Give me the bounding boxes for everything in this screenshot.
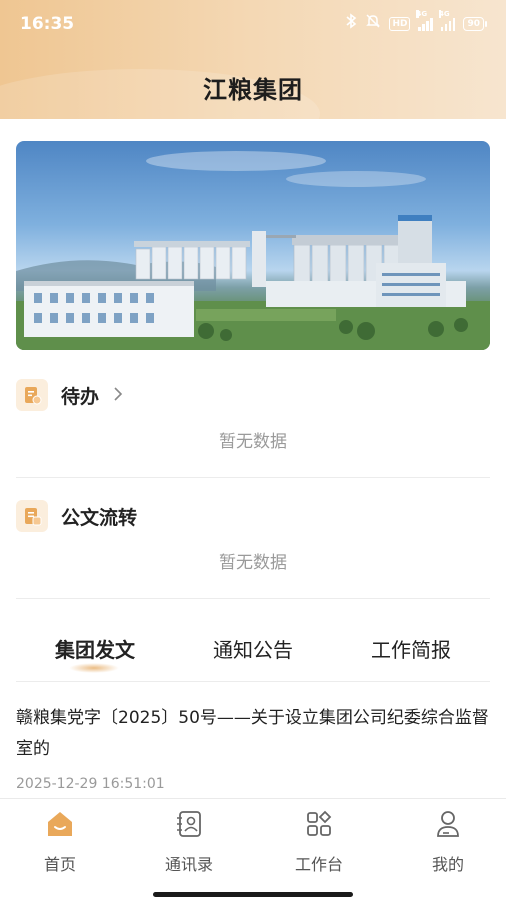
news-tabs: 集团发文 通知公告 工作简报 <box>16 628 490 673</box>
workbench-icon <box>269 807 369 841</box>
status-bar: 16:35 HD 4G 4G 90 <box>0 8 506 42</box>
app-header: 16:35 HD 4G 4G 90 江粮集团 <box>0 0 506 119</box>
status-time: 16:35 <box>20 14 75 34</box>
tabbar-workbench[interactable]: 工作台 <box>269 807 369 875</box>
home-indicator <box>153 892 353 897</box>
todo-empty-text: 暂无数据 <box>219 432 287 452</box>
document-flow-header[interactable]: 公文流转 <box>16 499 490 533</box>
document-flow-icon <box>16 500 48 532</box>
tabs-divider <box>16 681 490 682</box>
banner-image[interactable] <box>16 141 490 350</box>
todo-document-icon <box>16 379 48 411</box>
tabbar-home[interactable]: 首页 <box>10 807 110 875</box>
hd-badge: HD <box>389 17 411 31</box>
profile-icon <box>398 807 498 841</box>
active-tab-indicator <box>69 662 119 673</box>
article-title[interactable]: 赣粮集党字〔2025〕50号——关于设立集团公司纪委综合监督室的 <box>16 703 492 765</box>
chevron-right-icon[interactable] <box>113 385 123 406</box>
document-flow-title: 公文流转 <box>61 506 138 529</box>
tabbar-home-label: 首页 <box>43 855 76 874</box>
document-flow-section: 公文流转 暂无数据 <box>16 499 490 573</box>
tabbar-contacts[interactable]: 通讯录 <box>139 807 239 875</box>
tabbar-contacts-label: 通讯录 <box>164 855 213 874</box>
signal-icon-1: 4G <box>416 10 433 31</box>
tabbar-profile[interactable]: 我的 <box>398 807 498 875</box>
bluetooth-icon <box>345 13 357 35</box>
mute-bell-icon <box>365 13 381 35</box>
todo-section: 待办 暂无数据 <box>16 378 490 452</box>
section-divider <box>16 598 490 599</box>
tab-notices[interactable]: 通知公告 <box>209 634 297 663</box>
page-title: 江粮集团 <box>203 76 303 104</box>
article-time: 2025-12-29 16:51:01 <box>16 776 165 792</box>
contacts-icon <box>139 807 239 841</box>
todo-title: 待办 <box>61 385 100 408</box>
grain-silo-facility-illustration <box>16 151 490 350</box>
status-icons: HD 4G 4G 90 <box>345 10 487 35</box>
signal-icon-2: 4G <box>438 10 456 31</box>
section-divider <box>16 477 490 478</box>
tabbar-profile-label: 我的 <box>431 855 464 874</box>
bottom-tab-bar: 首页 通讯录 工作台 我的 <box>0 798 506 900</box>
home-icon <box>10 807 110 841</box>
battery-indicator: 90 <box>463 17 487 31</box>
document-flow-empty-text: 暂无数据 <box>219 553 287 573</box>
tab-work-briefs[interactable]: 工作简报 <box>367 634 455 663</box>
tab-group-documents[interactable]: 集团发文 <box>51 634 139 673</box>
todo-header[interactable]: 待办 <box>16 378 490 412</box>
tabbar-workbench-label: 工作台 <box>294 855 343 874</box>
